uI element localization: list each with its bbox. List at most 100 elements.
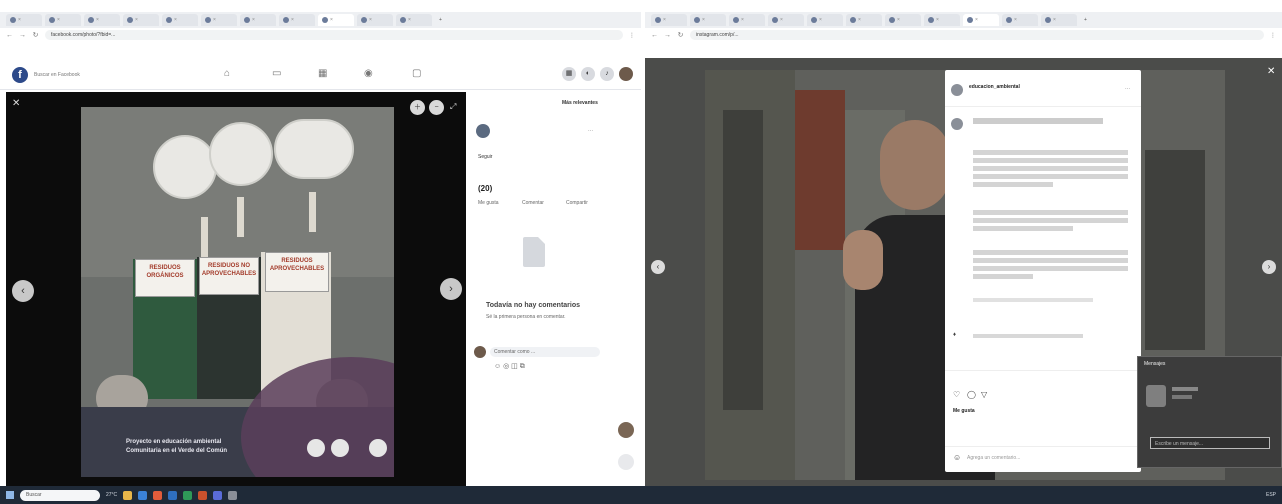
previous-photo-button[interactable]: ‹ [12,280,34,302]
powerpoint-icon[interactable] [198,490,208,500]
tab-close-icon[interactable]: × [936,17,939,23]
tab-close-icon[interactable]: × [897,17,900,23]
browser-tab[interactable]: × [279,14,315,26]
reload-icon[interactable]: ↻ [32,31,39,39]
system-tray[interactable]: ESP [1266,492,1276,498]
comment-action[interactable]: Comentar [522,200,544,206]
groups-icon[interactable]: ◉ [364,68,373,79]
tab-close-icon[interactable]: × [213,17,216,23]
browser-tab-active[interactable]: × [963,14,999,26]
profile-avatar[interactable] [619,67,633,81]
tab-close-icon[interactable]: × [1053,17,1056,23]
tab-close-icon[interactable]: × [663,17,666,23]
new-tab-button[interactable]: + [1080,14,1092,26]
tab-close-icon[interactable]: × [291,17,294,23]
messenger-icon[interactable]: ◐ [581,67,595,81]
facebook-logo-icon[interactable]: f [12,67,28,83]
marketplace-icon[interactable]: ▦ [318,68,327,79]
comment-input[interactable]: Comentar como ... [490,347,600,357]
browser-tab[interactable]: × [201,14,237,26]
back-icon[interactable]: ← [6,32,13,39]
chat-message-input[interactable]: Escribe un mensaje... [1150,437,1270,449]
comment-tools-icon[interactable]: ☺ ◎ ◫ ⧉ [494,362,525,371]
view-translation[interactable] [973,334,1128,338]
url-field[interactable]: facebook.com/photo/?fbid=... [45,30,623,40]
browser-tab[interactable]: × [651,14,687,26]
browser-tab[interactable]: × [123,14,159,26]
new-message-icon[interactable] [618,454,634,470]
tab-close-icon[interactable]: × [780,17,783,23]
likes-label[interactable]: Me gusta [953,408,975,414]
notifications-icon[interactable]: ♪ [600,67,614,81]
author-avatar[interactable] [476,124,490,138]
close-icon[interactable]: ✕ [12,98,20,109]
browser-tab[interactable]: × [357,14,393,26]
browser-tab[interactable]: × [1002,14,1038,26]
tab-close-icon[interactable]: × [408,17,411,23]
settings-icon[interactable] [228,490,238,500]
tab-close-icon[interactable]: × [702,17,705,23]
zoom-in-icon[interactable]: ＋ [410,100,425,115]
extensions-icon[interactable]: ⋮ [629,32,635,39]
home-icon[interactable]: ⌂ [224,68,230,79]
fullscreen-icon[interactable]: ⤢ [450,102,456,112]
browser-tab[interactable]: × [162,14,198,26]
start-menu-icon[interactable] [6,491,14,499]
comment-icon[interactable]: ◯ [967,390,976,399]
tab-close-icon[interactable]: × [858,17,861,23]
author-avatar[interactable] [951,84,963,96]
file-explorer-icon[interactable] [123,490,133,500]
like-action[interactable]: Me gusta [478,200,499,206]
tab-close-icon[interactable]: × [135,17,138,23]
more-options-icon[interactable]: ··· [1125,86,1130,92]
tab-close-icon[interactable]: × [975,17,978,23]
tab-close-icon[interactable]: × [174,17,177,23]
facebook-search-input[interactable]: Buscar en Facebook [34,69,104,81]
browser-tab[interactable]: × [45,14,81,26]
reload-icon[interactable]: ↻ [677,31,684,39]
emoji-icon[interactable]: ☺ [953,453,961,462]
chrome-icon[interactable] [153,490,163,500]
tab-close-icon[interactable]: × [18,17,21,23]
tab-close-icon[interactable]: × [819,17,822,23]
next-photo-button[interactable]: › [440,278,462,300]
share-action[interactable]: Compartir [566,200,588,206]
browser-tab[interactable]: × [1041,14,1077,26]
excel-icon[interactable] [183,490,193,500]
tab-close-icon[interactable]: × [369,17,372,23]
sort-comments[interactable]: Más relevantes [562,100,598,106]
browser-tab[interactable]: × [885,14,921,26]
word-icon[interactable] [168,490,178,500]
url-field[interactable]: instagram.com/p/... [690,30,1264,40]
more-options-icon[interactable]: ··· [588,128,593,134]
author-username[interactable]: educacion_ambiental [969,84,1020,90]
previous-post-button[interactable]: ‹ [651,260,665,274]
tab-close-icon[interactable]: × [96,17,99,23]
share-icon[interactable]: ▽ [981,390,987,399]
browser-tab[interactable]: × [768,14,804,26]
tab-close-icon[interactable]: × [252,17,255,23]
taskbar-search[interactable]: Buscar [20,489,100,501]
edge-icon[interactable] [138,490,148,500]
menu-grid-icon[interactable]: ▦ [562,67,576,81]
forward-icon[interactable]: → [664,32,671,39]
back-icon[interactable]: ← [651,32,658,39]
browser-tab[interactable]: × [690,14,726,26]
follow-link[interactable]: Seguir [478,154,492,160]
browser-tab[interactable]: × [396,14,432,26]
heart-icon[interactable]: ♡ [953,390,960,399]
chat-contact-avatar[interactable] [1146,385,1166,407]
new-tab-button[interactable]: + [435,14,447,26]
tab-close-icon[interactable]: × [1014,17,1017,23]
extensions-icon[interactable]: ⋮ [1270,32,1276,39]
comment-input[interactable]: Agrega un comentario... [967,455,1020,461]
teams-icon[interactable] [213,490,223,500]
browser-tab[interactable]: × [84,14,120,26]
browser-tab[interactable]: × [240,14,276,26]
tab-close-icon[interactable]: × [741,17,744,23]
close-icon[interactable]: ✕ [1267,66,1275,77]
weather-widget[interactable]: 27°C [106,492,117,498]
next-post-button[interactable]: › [1262,260,1276,274]
browser-tab[interactable]: × [924,14,960,26]
video-icon[interactable]: ▭ [272,68,281,79]
